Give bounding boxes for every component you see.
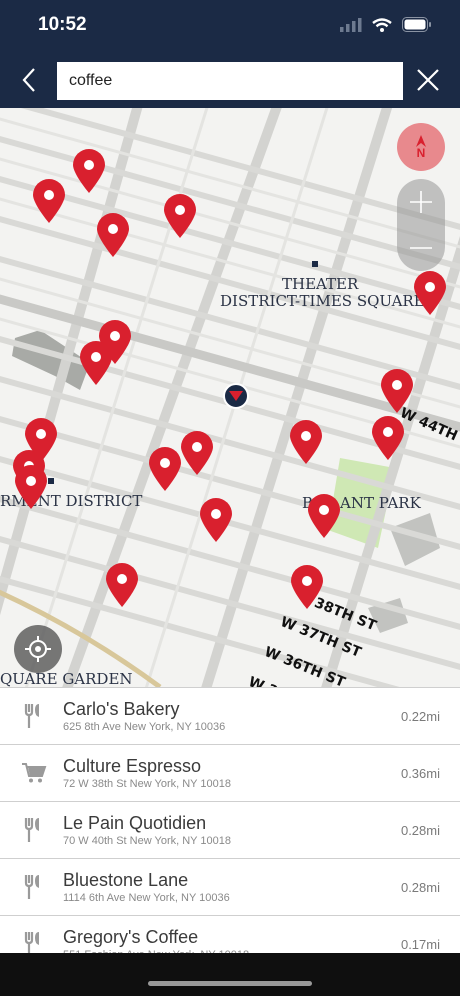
map-pin[interactable] (180, 430, 214, 476)
navigation-arrow-icon (229, 391, 243, 401)
wifi-icon (372, 17, 392, 32)
map-pin[interactable] (290, 564, 324, 610)
result-distance: 0.36mi (400, 766, 440, 781)
zoom-in-button[interactable] (397, 179, 445, 225)
map-pin-icon (414, 271, 446, 315)
result-name: Culture Espresso (63, 756, 202, 776)
home-bar-area (0, 953, 460, 996)
map-pin[interactable] (72, 148, 106, 194)
map-pin-icon (200, 498, 232, 542)
map-pin[interactable] (96, 212, 130, 258)
zoom-controls (397, 179, 445, 271)
result-row[interactable]: Carlo's Bakery 625 8th Ave New York, NY 1… (0, 688, 460, 745)
map-pin-icon (73, 149, 105, 193)
zoom-out-button[interactable] (397, 225, 445, 271)
map-pin-icon (106, 563, 138, 607)
map-pin-icon (33, 179, 65, 223)
result-name: Bluestone Lane (63, 870, 189, 890)
battery-icon (402, 17, 431, 32)
close-icon (417, 69, 439, 91)
map-pin-icon (149, 447, 181, 491)
locate-me-button[interactable] (14, 625, 62, 673)
map-pin[interactable] (32, 178, 66, 224)
map-pin-icon (80, 341, 112, 385)
chevron-left-icon (22, 68, 35, 92)
result-address: 1114 6th Ave New York, NY 10036 (63, 892, 230, 904)
map-pin-icon (372, 416, 404, 460)
current-location-marker (223, 383, 249, 409)
fork-knife-icon (20, 930, 48, 954)
map-pin[interactable] (105, 562, 139, 608)
search-bar (0, 50, 460, 108)
result-row[interactable]: Le Pain Quotidien 70 W 40th St New York, … (0, 802, 460, 859)
result-row[interactable]: Gregory's Coffee551 Fashion Ave New York… (0, 916, 460, 954)
map-pin-icon (290, 420, 322, 464)
map-pin[interactable] (413, 270, 447, 316)
compass-icon: N (416, 135, 426, 159)
result-distance: 0.28mi (400, 880, 440, 895)
map-pin[interactable] (199, 497, 233, 543)
map-pin[interactable] (148, 446, 182, 492)
map-pin[interactable] (307, 493, 341, 539)
map-pin-icon (181, 431, 213, 475)
status-bar: 10:52 (0, 0, 460, 50)
map-pin[interactable] (14, 464, 48, 510)
result-name: Carlo's Bakery (63, 699, 180, 719)
map-pin-icon (381, 369, 413, 413)
result-address: 72 W 38th St New York, NY 10018 (63, 778, 231, 790)
compass-label: N (416, 146, 426, 160)
results-list: Carlo's Bakery 625 8th Ave New York, NY 1… (0, 687, 460, 954)
status-time: 10:52 (38, 14, 87, 35)
map-pin-icon (308, 494, 340, 538)
map-pin-icon (164, 194, 196, 238)
result-distance: 0.17mi (400, 937, 440, 952)
back-button[interactable] (14, 60, 44, 100)
shopping-cart-icon (20, 759, 48, 787)
map-label-marker (48, 478, 54, 484)
cellular-signal-icon (340, 17, 362, 32)
result-row[interactable]: Bluestone Lane 1114 6th Ave New York, NY … (0, 859, 460, 916)
fork-knife-icon (20, 816, 48, 844)
plus-icon (410, 191, 432, 213)
result-address: 625 8th Ave New York, NY 10036 (63, 721, 226, 733)
result-name: Le Pain Quotidien (63, 813, 207, 833)
result-address: 70 W 40th St New York, NY 10018 (63, 835, 231, 847)
map-pin[interactable] (380, 368, 414, 414)
clear-search-button[interactable] (410, 60, 446, 100)
result-name: Gregory's Coffee (63, 927, 199, 947)
map-pin-icon (291, 565, 323, 609)
map-view[interactable]: THEATER DISTRICT-TIMES SQUARE RMENT DIST… (0, 108, 460, 687)
status-icons (340, 17, 432, 32)
crosshair-icon (25, 636, 51, 662)
result-row[interactable]: Culture Espresso 72 W 38th St New York, N… (0, 745, 460, 802)
map-pin-icon (97, 213, 129, 257)
map-label-square-garden: QUARE GARDEN (0, 670, 133, 687)
map-label-bryant-park: ANT PARK (340, 494, 421, 512)
map-pin[interactable] (79, 340, 113, 386)
fork-knife-icon (20, 873, 48, 901)
minus-icon (410, 247, 432, 249)
map-pin-icon (15, 465, 47, 509)
map-label-marker (312, 261, 318, 267)
compass-button[interactable]: N (397, 123, 445, 171)
map-pin[interactable] (371, 415, 405, 461)
result-distance: 0.28mi (400, 823, 440, 838)
result-distance: 0.22mi (400, 709, 440, 724)
map-label-theater: THEATER (282, 275, 359, 293)
search-input[interactable] (57, 62, 403, 100)
fork-knife-icon (20, 702, 48, 730)
home-indicator[interactable] (148, 981, 312, 986)
map-pin[interactable] (289, 419, 323, 465)
map-label-times-square: DISTRICT-TIMES SQUARE (220, 292, 425, 310)
map-pin[interactable] (163, 193, 197, 239)
